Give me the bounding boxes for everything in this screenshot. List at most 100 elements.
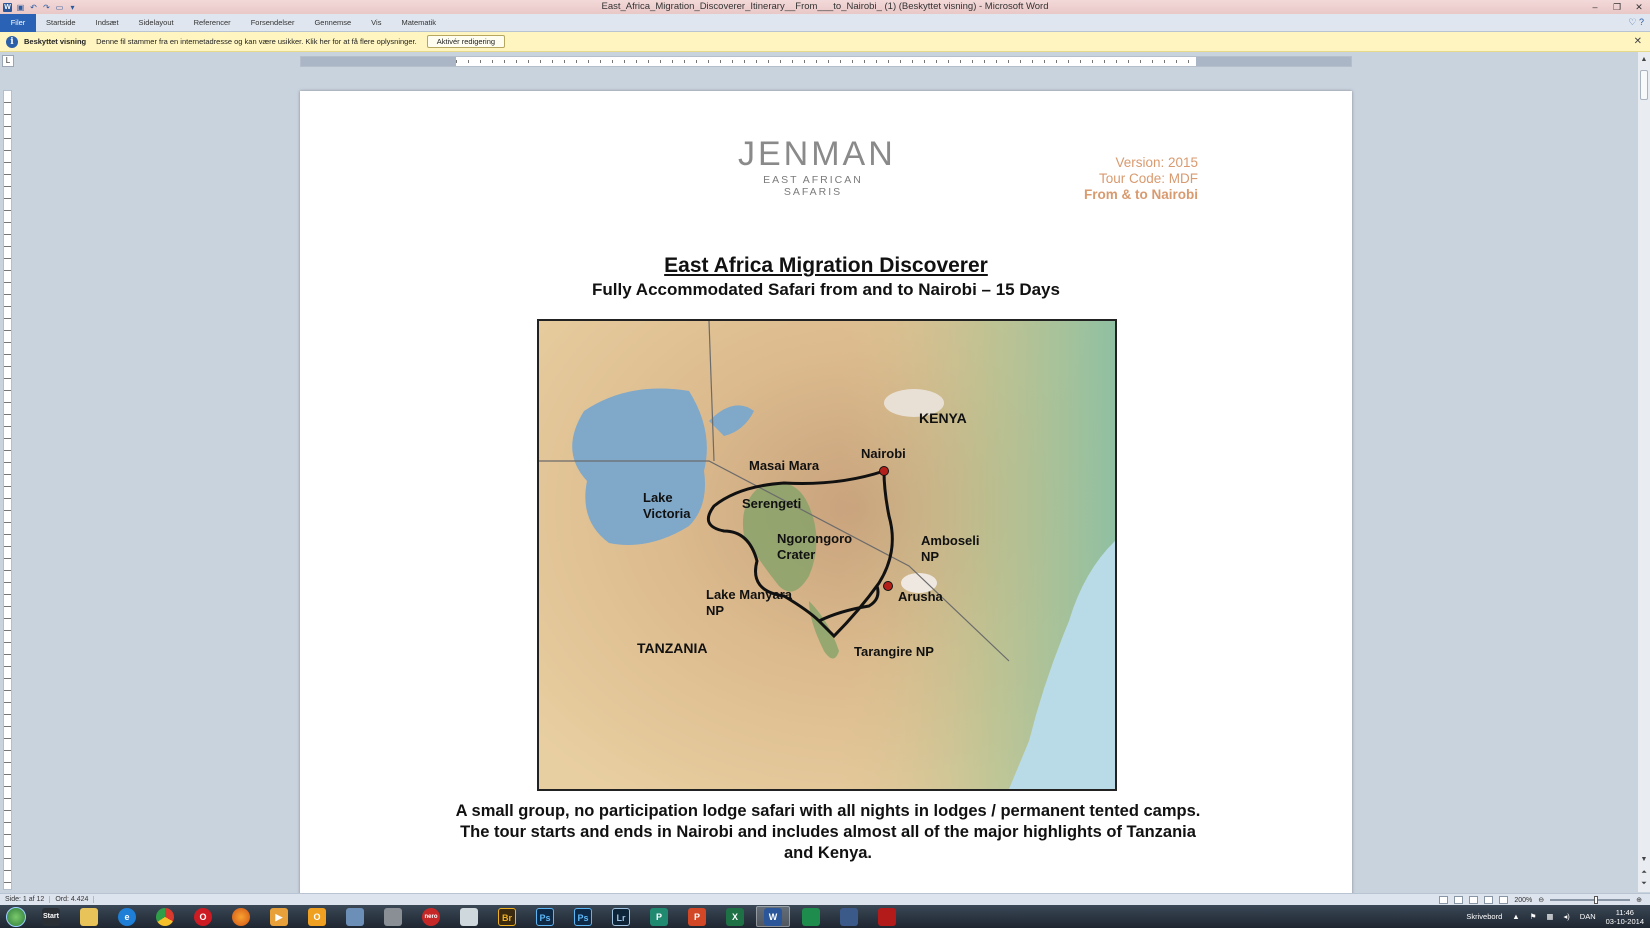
ruler-left-margin [301, 57, 456, 66]
zoom-in-icon[interactable]: ⊕ [1636, 896, 1642, 904]
desktop-toolbar-label[interactable]: Skrivebord [1466, 912, 1502, 921]
media-player-icon: ▶ [270, 907, 288, 926]
taskbar-explorer[interactable] [72, 906, 106, 927]
tray-expand-icon[interactable]: ▲ [1512, 912, 1519, 921]
taskbar-media[interactable]: ▶ [262, 906, 296, 927]
nairobi-marker [879, 466, 889, 476]
draft-view-button[interactable] [1499, 896, 1509, 904]
help-icon[interactable]: ♡ ? [1628, 17, 1644, 28]
excel-icon: X [726, 907, 744, 926]
enable-editing-button[interactable]: Aktivér redigering [426, 35, 506, 48]
print-icon[interactable]: ▭ [55, 3, 64, 12]
taskbar-app22[interactable] [832, 906, 866, 927]
taskbar-start-menu-icon: Start [42, 907, 60, 926]
opera-icon: O [194, 907, 212, 926]
web-layout-view-button[interactable] [1469, 896, 1479, 904]
taskbar-app21[interactable] [794, 906, 828, 927]
photoshop-icon-2: Ps [574, 907, 592, 926]
clock-date: 03-10-2014 [1605, 916, 1644, 926]
start-orb-icon[interactable] [6, 906, 26, 927]
tab-page-layout[interactable]: Sidelayout [129, 14, 184, 32]
redo-icon[interactable]: ↷ [42, 3, 51, 12]
network-tray-icon[interactable]: ▦ [1546, 912, 1553, 921]
tab-selector[interactable]: L [2, 55, 14, 67]
outline-view-button[interactable] [1484, 896, 1494, 904]
taskbar-app10[interactable] [376, 906, 410, 927]
zoom-level[interactable]: 200% [1514, 897, 1532, 904]
minimize-button[interactable]: – [1584, 0, 1606, 14]
scroll-thumb[interactable] [1640, 70, 1648, 100]
taskbar-acrobat[interactable] [870, 906, 904, 927]
tab-home[interactable]: Startside [36, 14, 86, 32]
word-logo-icon[interactable]: W [3, 2, 12, 12]
title-bar: W ▣ ↶ ↷ ▭ ▾ East_Africa_Migration_Discov… [0, 0, 1650, 14]
taskbar-ie[interactable]: e [110, 906, 144, 927]
map-label-lake-victoria-1: Lake [643, 490, 673, 505]
close-icon[interactable]: ✕ [1634, 36, 1642, 47]
firefox-icon [232, 907, 250, 926]
ruler-right-margin [1196, 57, 1351, 66]
word-icon: W [764, 907, 782, 926]
customize-toolbar-icon[interactable]: ▾ [68, 3, 77, 12]
document-page[interactable]: JENMAN EAST AFRICAN SAFARIS Version: 201… [300, 91, 1352, 901]
restore-button[interactable]: ❐ [1606, 0, 1628, 14]
word-count[interactable]: Ord: 4.424 [50, 896, 95, 903]
page-count[interactable]: Side: 1 af 12 [0, 896, 51, 903]
taskbar-bridge[interactable]: Br [490, 906, 524, 927]
print-layout-view-button[interactable] [1439, 896, 1449, 904]
window-icon [460, 907, 478, 926]
tab-file[interactable]: Filer [0, 13, 36, 32]
map-label-amboseli-2: NP [921, 549, 939, 564]
outlook-icon: O [308, 907, 326, 926]
taskbar-photoshop1[interactable]: Ps [528, 906, 562, 927]
scroll-down-icon[interactable]: ▼ [1638, 854, 1650, 866]
taskbar-photoshop2[interactable]: Ps [566, 906, 600, 927]
tab-review[interactable]: Gennemse [304, 14, 361, 32]
taskbar-app12[interactable] [452, 906, 486, 927]
protected-view-message[interactable]: Denne fil stammer fra en internetadresse… [96, 37, 417, 46]
full-screen-view-button[interactable] [1454, 896, 1464, 904]
save-icon[interactable]: ▣ [16, 3, 25, 12]
taskbar-lightroom[interactable]: Lr [604, 906, 638, 927]
jenman-logo: JENMAN EAST AFRICAN SAFARIS [738, 137, 893, 198]
tab-references[interactable]: Referencer [184, 14, 241, 32]
next-page-icon[interactable]: ⏷ [1638, 878, 1650, 890]
undo-icon[interactable]: ↶ [29, 3, 38, 12]
taskbar-word[interactable]: W [756, 906, 790, 927]
map-label-tarangire: Tarangire NP [854, 644, 934, 659]
taskbar-chrome[interactable] [148, 906, 182, 927]
tab-insert[interactable]: Indsæt [86, 14, 129, 32]
protected-view-title: Beskyttet visning [24, 37, 87, 46]
quick-access-toolbar: W ▣ ↶ ↷ ▭ ▾ [0, 2, 77, 12]
scroll-up-icon[interactable]: ▲ [1638, 54, 1650, 66]
tab-view[interactable]: Vis [361, 14, 391, 32]
taskbar-publisher[interactable]: P [642, 906, 676, 927]
zoom-slider[interactable] [1550, 896, 1631, 904]
taskbar-start-menu[interactable]: Start [34, 906, 68, 927]
publisher-icon: P [650, 907, 668, 926]
version-block: Version: 2015 Tour Code: MDF From & to N… [1084, 155, 1198, 203]
taskbar-firefox[interactable] [224, 906, 258, 927]
taskbar-powerpoint[interactable]: P [680, 906, 714, 927]
zoom-slider-knob[interactable] [1594, 896, 1599, 904]
volume-icon[interactable]: ◂) [1564, 912, 1570, 921]
spreadsheet-icon [802, 907, 820, 926]
map-label-kenya: KENYA [919, 410, 967, 426]
vertical-ruler[interactable] [3, 90, 12, 890]
taskbar-excel[interactable]: X [718, 906, 752, 927]
close-button[interactable]: ✕ [1628, 0, 1650, 14]
vertical-scrollbar[interactable]: ▲ ▼ ⏶ ⏷ [1637, 52, 1650, 892]
taskbar-outlook[interactable]: O [300, 906, 334, 927]
taskbar-nero[interactable]: nero [414, 906, 448, 927]
language-indicator[interactable]: DAN [1580, 912, 1596, 921]
clock[interactable]: 11:46 03-10-2014 [1606, 908, 1644, 926]
taskbar-app9[interactable] [338, 906, 372, 927]
flag-icon[interactable]: ⚑ [1530, 912, 1537, 921]
tab-mailings[interactable]: Forsendelser [241, 14, 305, 32]
taskbar-opera[interactable]: O [186, 906, 220, 927]
tab-math[interactable]: Matematik [391, 14, 446, 32]
zoom-out-icon[interactable]: ⊖ [1538, 896, 1544, 904]
remote-desktop-icon [840, 907, 858, 926]
horizontal-ruler[interactable] [300, 56, 1352, 67]
map-label-manyara-1: Lake Manyara [706, 587, 793, 602]
